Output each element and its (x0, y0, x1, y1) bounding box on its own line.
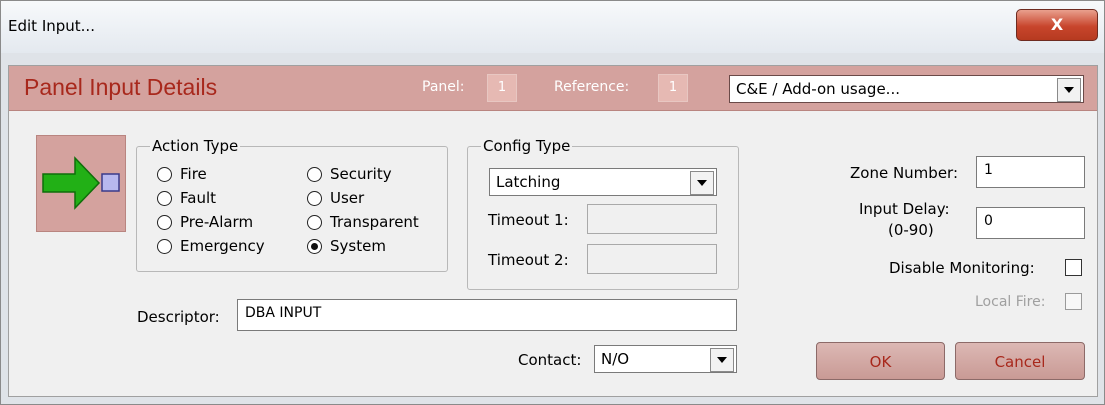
descriptor-value: DBA INPUT (245, 305, 322, 321)
timeout2-field (587, 244, 717, 274)
input-type-icon (36, 135, 126, 232)
page-title: Panel Input Details (24, 74, 218, 100)
dialog-client-area: Panel Input Details Panel: 1 Reference: … (8, 65, 1098, 397)
timeout1-label: Timeout 1: (488, 211, 569, 229)
config-type-group: Config Type Latching Timeout 1: Timeout … (467, 137, 739, 290)
radio-circle[interactable] (157, 239, 172, 254)
contact-label: Contact: (518, 351, 582, 369)
contact-value: N/O (601, 350, 630, 368)
zone-number-value: 1 (984, 162, 993, 178)
panel-value: 1 (487, 74, 517, 102)
cancel-button[interactable]: Cancel (955, 342, 1085, 380)
zone-number-label: Zone Number: (850, 164, 959, 182)
zone-number-input[interactable]: 1 (976, 156, 1085, 188)
radio-circle[interactable] (307, 167, 322, 182)
descriptor-input[interactable]: DBA INPUT (237, 299, 737, 331)
timeout1-field (587, 204, 717, 234)
reference-value: 1 (658, 74, 688, 102)
radio-circle[interactable] (157, 215, 172, 230)
chevron-down-icon[interactable] (1057, 78, 1081, 102)
config-type-label: Config Type (481, 137, 573, 155)
ok-button[interactable]: OK (816, 342, 945, 380)
local-fire-checkbox (1065, 293, 1082, 310)
input-delay-input[interactable]: 0 (976, 207, 1085, 239)
chevron-down-icon[interactable] (710, 348, 734, 372)
chevron-down-icon[interactable] (690, 171, 714, 195)
radio-circle[interactable] (157, 191, 172, 206)
title-bar: Edit Input... X (1, 1, 1104, 53)
edit-input-window: Edit Input... X Panel Input Details Pane… (0, 0, 1105, 405)
input-delay-label: Input Delay: (859, 200, 950, 218)
local-fire-label: Local Fire: (975, 294, 1046, 310)
radio-label: System (330, 237, 386, 255)
radio-label: Transparent (330, 213, 419, 231)
radio-circle[interactable] (307, 191, 322, 206)
radio-label: Pre-Alarm (180, 213, 254, 231)
radio-label: Emergency (180, 237, 265, 255)
radio-circle[interactable] (157, 167, 172, 182)
input-arrow-icon (42, 156, 120, 210)
radio-label: Fire (180, 165, 207, 183)
close-button[interactable]: X (1016, 9, 1098, 41)
action-type-group: Action Type Fire Fault Pre-Alarm Emergen… (136, 137, 448, 272)
usage-select[interactable]: C&E / Add-on usage... (729, 75, 1084, 103)
radio-label: Fault (180, 189, 216, 207)
panel-input-header: Panel Input Details Panel: 1 Reference: … (9, 66, 1097, 111)
radio-circle-selected[interactable] (307, 239, 322, 254)
window-title: Edit Input... (8, 17, 95, 35)
contact-select[interactable]: N/O (594, 345, 737, 373)
action-type-label: Action Type (150, 137, 241, 155)
config-type-select[interactable]: Latching (489, 168, 717, 196)
descriptor-label: Descriptor: (137, 308, 220, 326)
panel-label: Panel: (422, 79, 465, 95)
input-delay-value: 0 (984, 213, 993, 229)
disable-monitoring-label: Disable Monitoring: (889, 259, 1035, 277)
radio-label: User (330, 189, 365, 207)
config-type-value: Latching (496, 173, 561, 191)
radio-circle[interactable] (307, 215, 322, 230)
reference-label: Reference: (554, 79, 630, 95)
disable-monitoring-checkbox[interactable] (1065, 259, 1082, 276)
input-delay-range: (0-90) (888, 221, 934, 239)
radio-label: Security (330, 165, 392, 183)
usage-select-value: C&E / Add-on usage... (736, 80, 900, 98)
timeout2-label: Timeout 2: (488, 251, 569, 269)
